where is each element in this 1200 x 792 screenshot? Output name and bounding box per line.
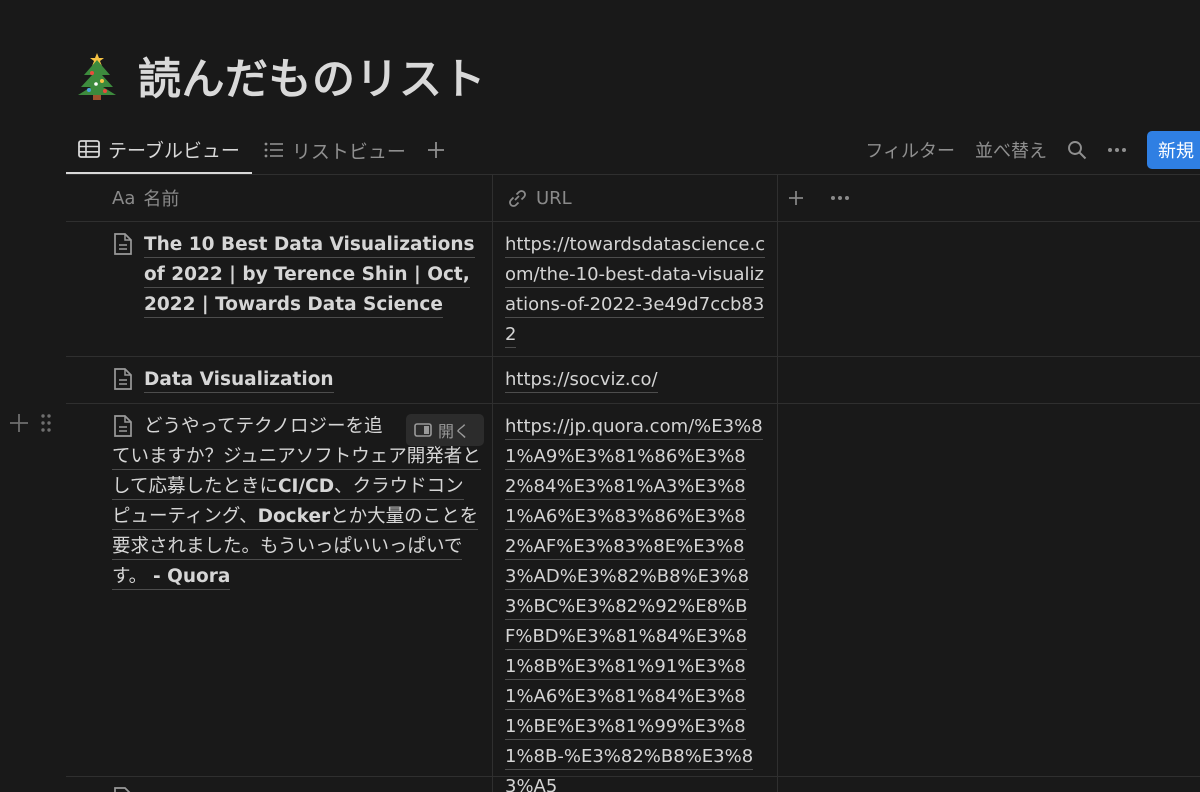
column-actions bbox=[788, 175, 850, 221]
tab-list-view-label: リストビュー bbox=[291, 140, 406, 163]
row-title-bold: Docker bbox=[257, 506, 331, 530]
tab-list-view[interactable]: リストビュー bbox=[252, 126, 418, 174]
plus-icon bbox=[427, 142, 444, 158]
column-header-url-label: URL bbox=[536, 187, 572, 209]
drag-handle-icon[interactable] bbox=[40, 412, 52, 434]
table-icon bbox=[78, 140, 100, 158]
row-title-rest[interactable]: ていますか？ジュニアソフトウェア開発者として応募したときにCI/CD、クラウドコ… bbox=[112, 442, 482, 592]
database-toolbar: フィルター 並べ替え 新規 bbox=[865, 126, 1200, 174]
search-icon bbox=[1068, 141, 1087, 160]
link-icon bbox=[509, 190, 526, 207]
table-row[interactable] bbox=[66, 786, 1200, 792]
tab-table-view[interactable]: テーブルビュー bbox=[66, 126, 252, 174]
url-link[interactable]: https://towardsdatascience.com/the-10-be… bbox=[505, 234, 766, 348]
notion-page: 読んだものリスト テーブルビュー リストビュー フィルター 並べ替え 新規 Aa… bbox=[0, 0, 1200, 792]
page-title-row: 読んだものリスト bbox=[74, 45, 486, 107]
open-page-label: 開く bbox=[438, 422, 471, 441]
search-button[interactable] bbox=[1067, 140, 1087, 160]
url-cell[interactable]: https://towardsdatascience.com/the-10-be… bbox=[505, 230, 767, 350]
filter-button[interactable]: フィルター bbox=[865, 137, 955, 163]
more-button[interactable] bbox=[1107, 147, 1127, 153]
divider bbox=[66, 221, 1200, 222]
add-row-icon[interactable] bbox=[8, 412, 30, 434]
page-title[interactable]: 読んだものリスト bbox=[138, 45, 486, 107]
open-page-button[interactable]: 開く bbox=[406, 414, 484, 446]
column-divider bbox=[777, 174, 778, 792]
page-icon bbox=[114, 233, 132, 255]
column-header-name-label: 名前 bbox=[143, 189, 180, 210]
row-title-bold: - Quora bbox=[153, 566, 231, 590]
row-title[interactable]: Data Visualization bbox=[144, 369, 334, 393]
divider bbox=[66, 403, 1200, 404]
text-property-icon: Aa bbox=[112, 187, 136, 209]
row-title-bold: CI/CD bbox=[277, 476, 335, 500]
divider bbox=[66, 356, 1200, 357]
name-cell[interactable]: Data Visualization bbox=[112, 365, 484, 395]
add-property-icon[interactable] bbox=[788, 190, 804, 206]
row-title-line1[interactable]: どうやってテクノロジーを追 bbox=[144, 412, 394, 442]
url-cell[interactable]: https://jp.quora.com/%E3%81%A9%E3%81%86%… bbox=[505, 412, 767, 792]
row-title[interactable]: The 10 Best Data Visualizations of 2022 … bbox=[144, 234, 475, 318]
page-icon bbox=[114, 368, 132, 390]
more-icon[interactable] bbox=[830, 195, 850, 201]
sort-button[interactable]: 並べ替え bbox=[975, 137, 1047, 163]
add-view-button[interactable] bbox=[418, 126, 454, 174]
new-button[interactable]: 新規 bbox=[1147, 131, 1200, 169]
more-icon bbox=[1108, 148, 1126, 152]
url-cell[interactable]: https://socviz.co/ bbox=[505, 365, 767, 395]
side-peek-icon bbox=[414, 423, 432, 437]
url-link[interactable]: https://jp.quora.com/%E3%81%A9%E3%81%86%… bbox=[505, 416, 763, 792]
column-header-name[interactable]: Aa 名前 bbox=[112, 175, 179, 221]
tab-table-view-label: テーブルビュー bbox=[108, 139, 240, 162]
table-header: Aa 名前 URL bbox=[66, 175, 1200, 221]
column-header-url[interactable]: URL bbox=[506, 175, 572, 221]
christmas-tree-icon[interactable] bbox=[74, 51, 120, 101]
row-handle bbox=[8, 412, 52, 434]
page-icon bbox=[114, 787, 131, 792]
url-link[interactable]: https://socviz.co/ bbox=[505, 369, 658, 393]
page-icon bbox=[114, 415, 132, 437]
list-icon bbox=[264, 142, 283, 158]
view-bar: テーブルビュー リストビュー フィルター 並べ替え 新規 bbox=[66, 126, 1200, 174]
column-divider bbox=[492, 174, 493, 792]
name-cell[interactable]: The 10 Best Data Visualizations of 2022 … bbox=[112, 230, 484, 320]
